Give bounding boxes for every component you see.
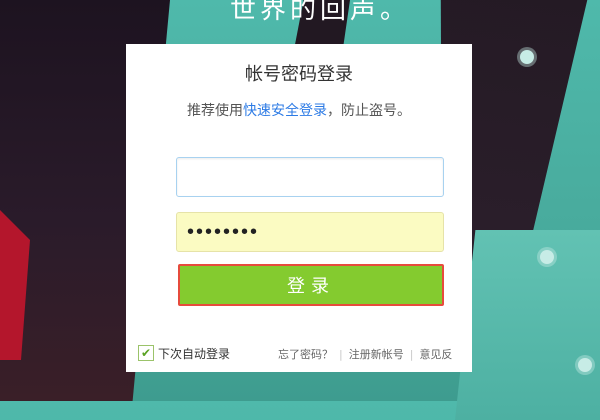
login-title: 帐号密码登录 [245, 64, 353, 85]
password-input[interactable] [176, 212, 444, 252]
check-icon: ✔ [140, 346, 152, 360]
flower-decoration [540, 250, 554, 264]
username-input[interactable] [176, 157, 444, 197]
flower-decoration [520, 50, 534, 64]
link-divider: | [339, 348, 343, 361]
login-panel: 帐号密码登录 推荐使用快速安全登录，防止盗号。 登录 ✔ 下次自动登录 忘了密码… [126, 44, 472, 372]
forgot-password-link[interactable]: 忘了密码？ [278, 348, 333, 361]
footer-links: 忘了密码？ | 注册新帐号 | 意见反 [278, 346, 452, 362]
register-link[interactable]: 注册新帐号 [349, 348, 404, 361]
flower-decoration [578, 358, 592, 372]
remember-label: 下次自动登录 [158, 346, 231, 361]
login-button[interactable]: 登录 [178, 264, 444, 306]
banner-title: 世界的回声。 [230, 0, 411, 25]
subtitle-suffix: ，防止盗号。 [327, 103, 411, 119]
background-light-shape [455, 230, 600, 420]
feedback-link[interactable]: 意见反 [419, 348, 452, 361]
remember-me[interactable]: ✔ 下次自动登录 [138, 344, 230, 362]
link-divider: | [409, 348, 414, 361]
quick-login-link[interactable]: 快速安全登录 [243, 103, 327, 119]
login-subtitle: 推荐使用快速安全登录，防止盗号。 [126, 100, 472, 120]
remember-checkbox[interactable]: ✔ [138, 345, 154, 361]
subtitle-prefix: 推荐使用 [187, 103, 243, 119]
